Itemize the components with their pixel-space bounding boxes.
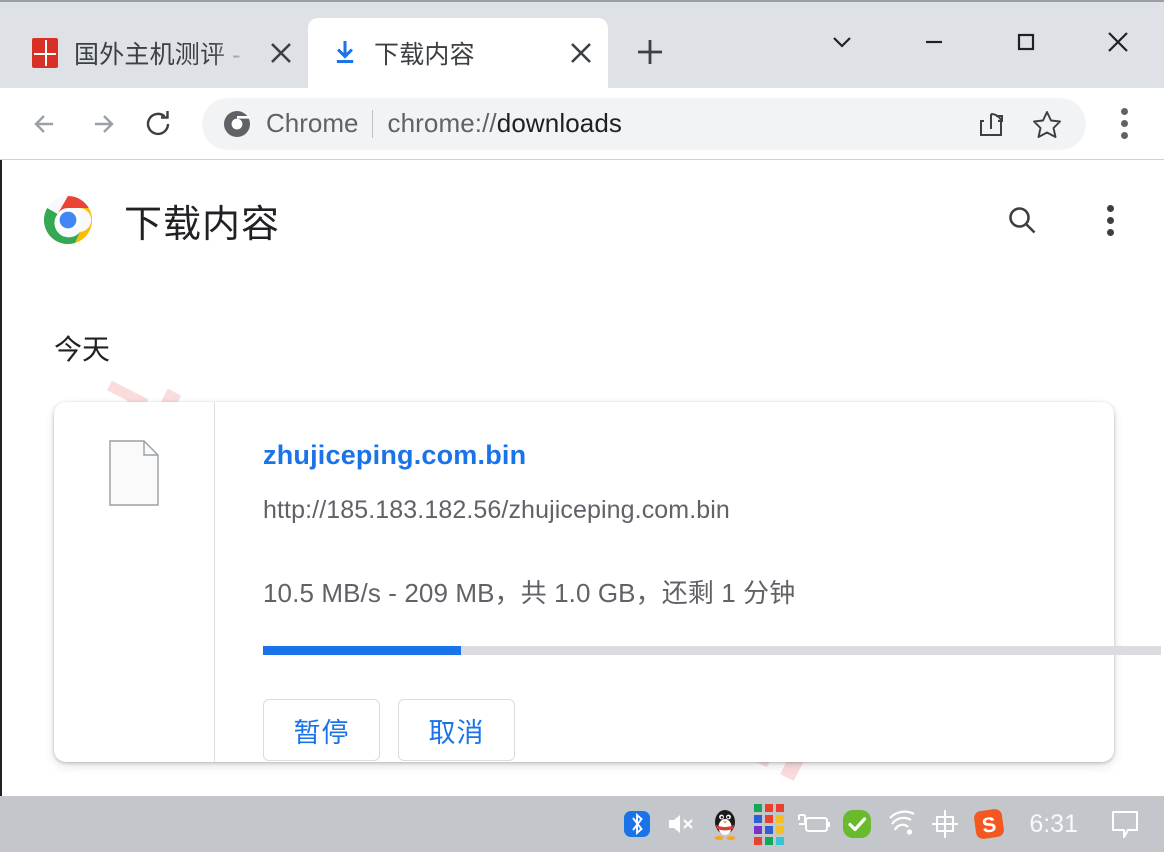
system-taskbar: S 6:31: [0, 796, 1164, 852]
chrome-brand-icon: [222, 109, 252, 139]
page-title: 下载内容: [124, 203, 281, 246]
speaker-muted-icon[interactable]: [659, 801, 703, 847]
tab-title: 国外主机测评 - 国: [74, 41, 250, 69]
omnibox-url[interactable]: chrome://downloads: [387, 108, 956, 139]
browser-menu-icon[interactable]: [1098, 96, 1150, 152]
qq-penguin-icon[interactable]: [703, 801, 747, 847]
download-action-buttons: 暂停 取消: [263, 699, 1161, 761]
address-bar[interactable]: Chrome chrome://downloads: [202, 97, 1086, 150]
section-header-today: 今天: [54, 334, 111, 365]
tab-title: 下载内容: [374, 41, 475, 69]
downloads-page-header: 下载内容: [2, 178, 1164, 262]
forward-arrow-icon[interactable]: [74, 96, 130, 152]
download-file-name-link[interactable]: zhujiceping.com.bin: [263, 440, 1161, 471]
tab-close-icon[interactable]: [264, 36, 298, 70]
security-check-icon[interactable]: [835, 801, 879, 847]
generic-file-icon: [109, 440, 159, 506]
download-progress-fill: [263, 646, 461, 655]
omnibox-brand-label: Chrome: [266, 108, 359, 138]
maximize-icon[interactable]: [980, 4, 1072, 80]
share-icon[interactable]: [970, 103, 1012, 145]
omnibox-url-path: downloads: [496, 108, 622, 138]
bluetooth-icon[interactable]: [615, 801, 659, 847]
chrome-logo: [42, 194, 94, 246]
download-item-card[interactable]: zhujiceping.com.bin http://185.183.182.5…: [54, 402, 1161, 762]
notification-balloon-icon[interactable]: [1096, 801, 1154, 847]
red-seal-icon: [30, 38, 60, 68]
window-controls: [796, 2, 1164, 82]
tab-国外主机测评[interactable]: 国外主机测评 - 国: [8, 18, 308, 88]
download-progress-bar: [263, 646, 1161, 655]
browser-window: 国外主机测评 - 国 下载内容: [0, 0, 1164, 852]
tab-search-chevron-icon[interactable]: [796, 4, 888, 80]
tab-close-icon[interactable]: [564, 36, 598, 70]
downloads-menu-icon[interactable]: [1084, 194, 1136, 246]
cancel-button[interactable]: 取消: [398, 699, 515, 761]
pause-button[interactable]: 暂停: [263, 699, 380, 761]
ime-chinese-icon[interactable]: [923, 801, 967, 847]
tab-strip: 国外主机测评 - 国 下载内容: [0, 0, 1164, 88]
reload-icon[interactable]: [130, 96, 186, 152]
omnibox-divider: [372, 109, 374, 138]
battery-charging-icon[interactable]: [791, 801, 835, 847]
browser-toolbar: Chrome chrome://downloads: [0, 88, 1164, 160]
download-source-url: http://185.183.182.56/zhujiceping.com.bi…: [263, 496, 730, 524]
clock[interactable]: 6:31: [1011, 810, 1096, 839]
color-grid-icon[interactable]: [747, 801, 791, 847]
back-arrow-icon[interactable]: [18, 96, 74, 152]
star-icon[interactable]: [1026, 103, 1068, 145]
close-icon[interactable]: [1072, 4, 1164, 80]
search-icon[interactable]: [996, 194, 1048, 246]
download-item-details: zhujiceping.com.bin http://185.183.182.5…: [215, 402, 1164, 762]
omnibox-url-scheme: chrome://: [387, 108, 497, 138]
download-icon: [330, 38, 360, 68]
sogou-ime-icon[interactable]: S: [967, 801, 1011, 847]
downloads-page: zhujiceping.com 下载内容: [0, 160, 1164, 796]
wifi-icon[interactable]: [879, 801, 923, 847]
new-tab-button[interactable]: [622, 24, 678, 80]
download-file-icon-column: [54, 402, 215, 762]
tab-downloads[interactable]: 下载内容: [308, 18, 608, 88]
download-status-text: 10.5 MB/s - 209 MB，共 1.0 GB，还剩 1 分钟: [263, 578, 796, 608]
minimize-icon[interactable]: [888, 4, 980, 80]
